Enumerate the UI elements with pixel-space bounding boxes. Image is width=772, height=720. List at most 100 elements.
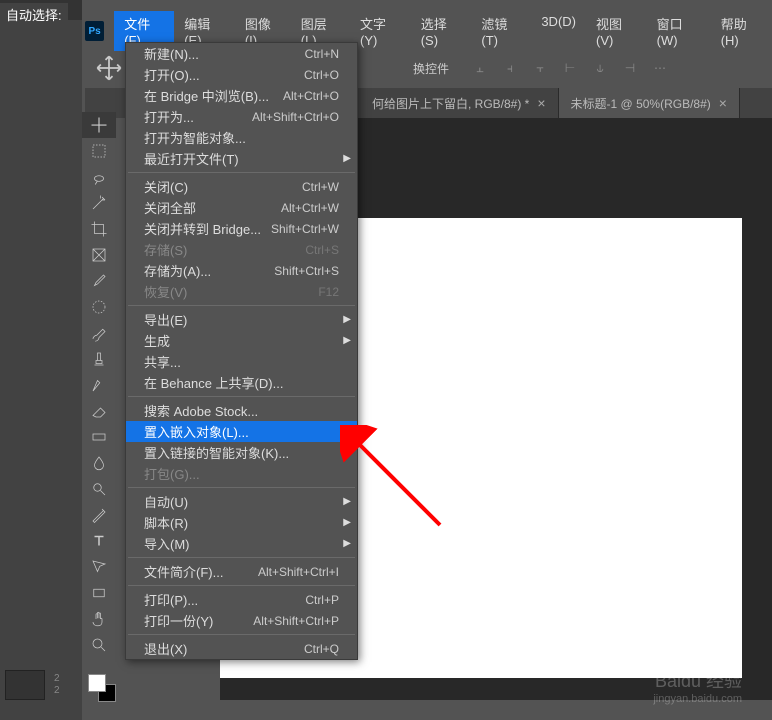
- document-tab[interactable]: 未标题-1 @ 50%(RGB/8#)×: [559, 88, 740, 118]
- wand-tool[interactable]: [82, 190, 116, 216]
- menu-item[interactable]: 打开为智能对象...: [126, 127, 357, 148]
- menu-item[interactable]: 在 Bridge 中浏览(B)...Alt+Ctrl+O: [126, 85, 357, 106]
- distribute-icon[interactable]: ⋯: [649, 59, 671, 77]
- menu-item-label: 关闭全部: [144, 198, 196, 217]
- color-swatches[interactable]: [88, 674, 116, 702]
- submenu-arrow-icon: ▶: [343, 517, 351, 528]
- pen-tool[interactable]: [82, 502, 116, 528]
- menu-文字[interactable]: 文字(Y): [350, 11, 411, 51]
- menu-item[interactable]: 退出(X)Ctrl+Q: [126, 638, 357, 659]
- align-bottom-icon[interactable]: ⫟: [529, 59, 551, 77]
- brush-tool[interactable]: [82, 320, 116, 346]
- toolbox: [82, 112, 116, 658]
- dodge-tool[interactable]: [82, 476, 116, 502]
- type-tool[interactable]: [82, 528, 116, 554]
- frame-tool[interactable]: [82, 242, 116, 268]
- menu-item[interactable]: 置入链接的智能对象(K)...: [126, 442, 357, 463]
- document-tab[interactable]: 何给图片上下留白, RGB/8#) *×: [360, 88, 559, 118]
- menu-item: 恢复(V)F12: [126, 281, 357, 302]
- blur-tool[interactable]: [82, 450, 116, 476]
- menu-item[interactable]: 搜索 Adobe Stock...: [126, 400, 357, 421]
- menu-item-label: 自动(U): [144, 492, 188, 511]
- crop-tool[interactable]: [82, 216, 116, 242]
- gradient-tool[interactable]: [82, 424, 116, 450]
- menu-item: 存储(S)Ctrl+S: [126, 239, 357, 260]
- history-tool[interactable]: [82, 372, 116, 398]
- menu-item[interactable]: 关闭并转到 Bridge...Shift+Ctrl+W: [126, 218, 357, 239]
- stamp-tool[interactable]: [82, 346, 116, 372]
- menu-item[interactable]: 打印(P)... Ctrl+P: [126, 589, 357, 610]
- menu-item-label: 搜索 Adobe Stock...: [144, 401, 258, 420]
- move-tool[interactable]: [82, 112, 116, 138]
- path-tool[interactable]: [82, 554, 116, 580]
- menu-item[interactable]: 关闭全部Alt+Ctrl+W: [126, 197, 357, 218]
- menu-shortcut: Ctrl+P: [305, 593, 339, 607]
- menu-item-label: 关闭并转到 Bridge...: [144, 219, 261, 238]
- menu-item-label: 新建(N)...: [144, 44, 199, 63]
- menu-item[interactable]: 最近打开文件(T) ▶: [126, 148, 357, 169]
- menu-shortcut: F12: [318, 285, 339, 299]
- menu-item[interactable]: 存储为(A)... Shift+Ctrl+S: [126, 260, 357, 281]
- menu-滤镜[interactable]: 滤镜(T): [471, 11, 531, 51]
- menu-item[interactable]: 自动(U)▶: [126, 491, 357, 512]
- menu-separator: [128, 487, 355, 488]
- submenu-arrow-icon: ▶: [343, 153, 351, 164]
- menu-item[interactable]: 在 Behance 上共享(D)...: [126, 372, 357, 393]
- menu-item-label: 关闭(C): [144, 177, 188, 196]
- menu-3d[interactable]: 3D(D): [531, 11, 586, 51]
- menu-item-label: 打印(P)...: [144, 590, 198, 609]
- hand-tool[interactable]: [82, 606, 116, 632]
- menu-item[interactable]: 导入(M)▶: [126, 533, 357, 554]
- menu-item[interactable]: 置入嵌入对象(L)...: [126, 421, 357, 442]
- menu-视图[interactable]: 视图(V): [586, 11, 647, 51]
- menu-item[interactable]: 文件简介(F)...Alt+Shift+Ctrl+I: [126, 561, 357, 582]
- menu-item[interactable]: 共享...: [126, 351, 357, 372]
- close-icon[interactable]: ×: [719, 95, 727, 111]
- menu-item-label: 存储为(A)...: [144, 261, 211, 280]
- menu-item-label: 置入链接的智能对象(K)...: [144, 443, 289, 462]
- align-hcenter-icon[interactable]: ⫝: [589, 59, 611, 77]
- menu-separator: [128, 396, 355, 397]
- lasso-tool[interactable]: [82, 164, 116, 190]
- menu-item-label: 打包(G)...: [144, 464, 200, 483]
- heal-tool[interactable]: [82, 294, 116, 320]
- menu-item[interactable]: 新建(N)... Ctrl+N: [126, 43, 357, 64]
- menu-item-label: 打开(O)...: [144, 65, 200, 84]
- menubar: Ps 文件(F)编辑(E)图像(I)图层(L)文字(Y)选择(S)滤镜(T)3D…: [85, 20, 772, 42]
- menu-separator: [128, 172, 355, 173]
- menu-item[interactable]: 导出(E)▶: [126, 309, 357, 330]
- align-vcenter-icon[interactable]: ⫞: [499, 59, 521, 77]
- align-toolbar: ⫠ ⫞ ⫟ ⊢ ⫝ ⊣ ⋯: [469, 59, 671, 77]
- menu-separator: [128, 557, 355, 558]
- auto-select-label: 自动选择:: [0, 3, 68, 26]
- eraser-tool[interactable]: [82, 398, 116, 424]
- menu-item-label: 打开为...: [144, 107, 194, 126]
- menu-item-label: 置入嵌入对象(L)...: [144, 422, 249, 441]
- menu-帮助[interactable]: 帮助(H): [711, 11, 772, 51]
- menu-item[interactable]: 关闭(C)Ctrl+W: [126, 176, 357, 197]
- menu-shortcut: Ctrl+N: [305, 47, 339, 61]
- rect-tool[interactable]: [82, 580, 116, 606]
- menu-item[interactable]: 脚本(R)▶: [126, 512, 357, 533]
- left-panel-strip: [0, 20, 82, 720]
- menu-item[interactable]: 打开(O)...Ctrl+O: [126, 64, 357, 85]
- menu-item[interactable]: 打印一份(Y)Alt+Shift+Ctrl+P: [126, 610, 357, 631]
- zoom-tool[interactable]: [82, 632, 116, 658]
- menu-shortcut: Alt+Shift+Ctrl+I: [258, 565, 339, 579]
- photoshop-logo-icon: Ps: [85, 21, 104, 41]
- menu-item: 打包(G)...: [126, 463, 357, 484]
- align-top-icon[interactable]: ⫠: [469, 59, 491, 77]
- menu-item-label: 最近打开文件(T): [144, 149, 239, 168]
- menu-item[interactable]: 生成▶: [126, 330, 357, 351]
- menu-shortcut: Shift+Ctrl+S: [274, 264, 339, 278]
- close-icon[interactable]: ×: [537, 95, 545, 111]
- foreground-color[interactable]: [88, 674, 106, 692]
- align-right-icon[interactable]: ⊣: [619, 59, 641, 77]
- menu-选择[interactable]: 选择(S): [411, 11, 472, 51]
- align-left-icon[interactable]: ⊢: [559, 59, 581, 77]
- submenu-arrow-icon: ▶: [343, 335, 351, 346]
- menu-窗口[interactable]: 窗口(W): [647, 11, 711, 51]
- menu-item[interactable]: 打开为...Alt+Shift+Ctrl+O: [126, 106, 357, 127]
- marquee-tool[interactable]: [82, 138, 116, 164]
- eyedropper-tool[interactable]: [82, 268, 116, 294]
